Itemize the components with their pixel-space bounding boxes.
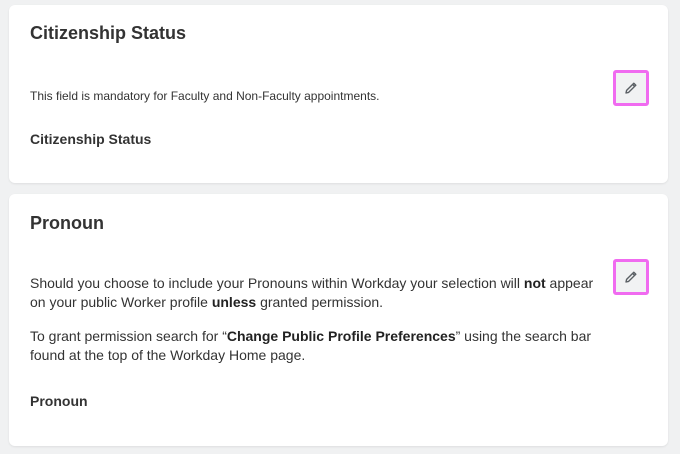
para1-text-e: granted permission. bbox=[256, 294, 384, 310]
para1-bold-not: not bbox=[523, 275, 546, 291]
citizenship-card-title: Citizenship Status bbox=[30, 23, 187, 43]
para1-text-a: Should you choose to include your Pronou… bbox=[30, 275, 524, 291]
pronoun-permission-paragraph: To grant permission search for “Change P… bbox=[30, 327, 600, 365]
citizenship-edit-button[interactable] bbox=[613, 70, 649, 106]
citizenship-field-label: Citizenship Status bbox=[30, 131, 152, 147]
para1-bold-unless: unless bbox=[211, 294, 257, 310]
pencil-icon bbox=[625, 82, 637, 94]
page: Citizenship Status This field is mandato… bbox=[0, 0, 680, 454]
para2-text-a: To grant permission search for “ bbox=[30, 328, 227, 344]
para2-bold-preferences: Change Public Profile Preferences bbox=[226, 328, 456, 344]
pencil-icon bbox=[625, 271, 637, 283]
pronoun-field-label: Pronoun bbox=[30, 393, 88, 409]
pronoun-visibility-paragraph: Should you choose to include your Pronou… bbox=[30, 274, 600, 312]
citizenship-mandatory-note: This field is mandatory for Faculty and … bbox=[30, 89, 380, 103]
citizenship-status-card: Citizenship Status This field is mandato… bbox=[9, 5, 668, 183]
pronoun-card-title: Pronoun bbox=[30, 213, 104, 233]
pronoun-card: Pronoun Should you choose to include you… bbox=[9, 194, 668, 446]
pronoun-edit-button[interactable] bbox=[613, 259, 649, 295]
